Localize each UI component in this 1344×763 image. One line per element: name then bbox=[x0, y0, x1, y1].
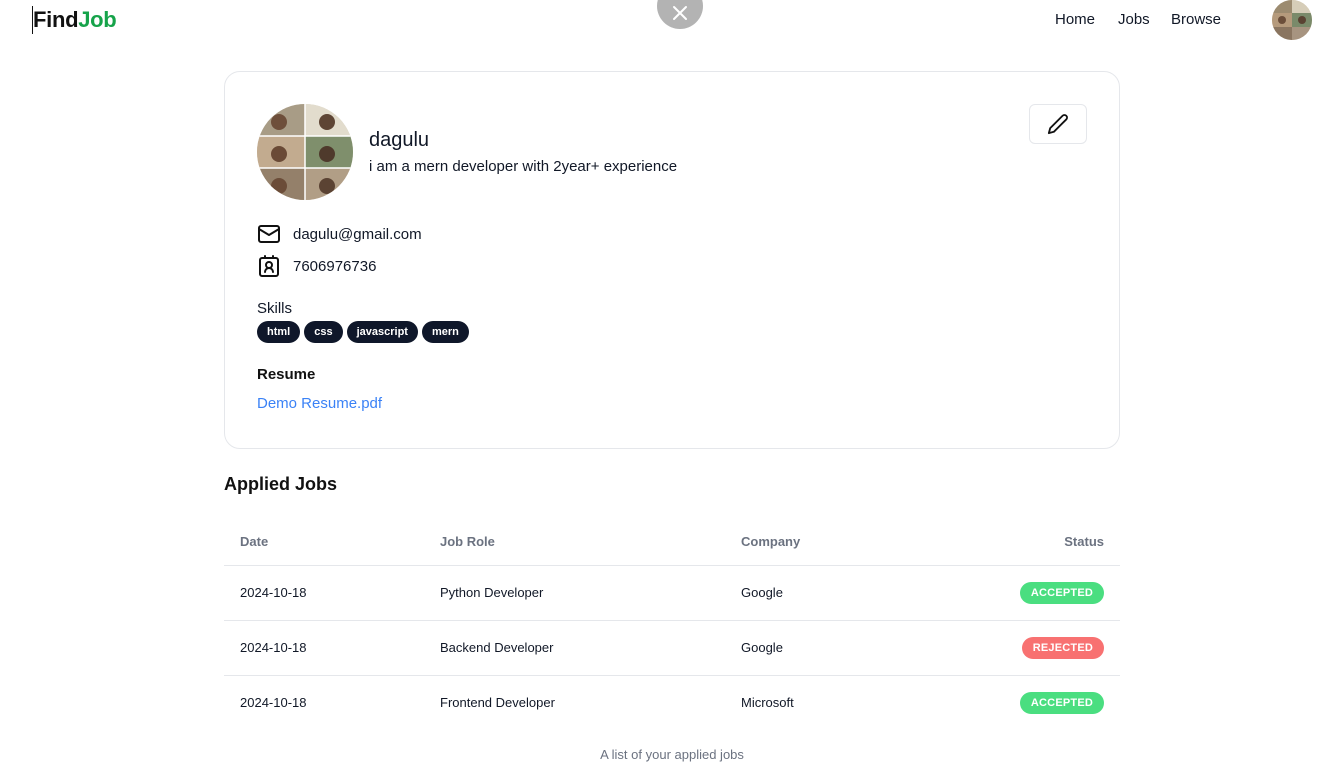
header-job-role: Job Role bbox=[440, 534, 495, 549]
profile-bio: i am a mern developer with 2year+ experi… bbox=[369, 158, 678, 175]
edit-profile-button[interactable] bbox=[1029, 104, 1087, 144]
row-date: 2024-10-18 bbox=[240, 640, 307, 655]
row-company: Google bbox=[741, 640, 783, 655]
logo[interactable]: FindJob bbox=[32, 6, 117, 34]
email-row: dagulu@gmail.com bbox=[257, 222, 422, 246]
table-row[interactable]: 2024-10-18 Frontend Developer Microsoft … bbox=[224, 676, 1120, 731]
skill-badge: html bbox=[257, 321, 301, 343]
header-date: Date bbox=[240, 534, 269, 549]
status-badge: ACCEPTED bbox=[1019, 582, 1104, 604]
email-text: dagulu@gmail.com bbox=[293, 225, 422, 243]
close-icon bbox=[673, 6, 687, 20]
logo-find: Find bbox=[33, 7, 79, 32]
row-job-role: Frontend Developer bbox=[440, 695, 555, 710]
table-row[interactable]: 2024-10-18 Python Developer Google ACCEP… bbox=[224, 566, 1120, 621]
table-caption: A list of your applied jobs bbox=[600, 747, 744, 762]
skill-badge: mern bbox=[421, 321, 469, 343]
pencil-icon bbox=[1047, 114, 1068, 135]
skills-label: Skills bbox=[257, 300, 293, 317]
row-date: 2024-10-18 bbox=[240, 585, 307, 600]
status-badge: REJECTED bbox=[1021, 637, 1104, 659]
profile-name: dagulu bbox=[369, 129, 430, 151]
row-company: Microsoft bbox=[741, 695, 794, 710]
skill-badge: css bbox=[304, 321, 343, 343]
profile-card: dagulu i am a mern developer with 2year+… bbox=[224, 71, 1120, 449]
table-header: Date Job Role Company Status bbox=[224, 518, 1120, 566]
logo-job: Job bbox=[78, 7, 117, 32]
row-company: Google bbox=[741, 585, 783, 600]
skill-badge: javascript bbox=[346, 321, 418, 343]
user-avatar[interactable] bbox=[1272, 0, 1312, 40]
header-status: Status bbox=[1064, 534, 1104, 549]
contact-icon bbox=[257, 254, 281, 278]
phone-text: 7606976736 bbox=[293, 257, 377, 275]
profile-avatar bbox=[257, 104, 353, 200]
applied-jobs-title: Applied Jobs bbox=[224, 474, 338, 494]
skills-list: html css javascript mern bbox=[257, 321, 469, 343]
header-company: Company bbox=[741, 534, 801, 549]
nav-home-link[interactable]: Home bbox=[1055, 10, 1095, 30]
nav-browse-link[interactable]: Browse bbox=[1171, 10, 1221, 30]
mail-icon bbox=[257, 222, 281, 246]
applied-jobs-table: Date Job Role Company Status 2024-10-18 … bbox=[224, 518, 1120, 731]
resume-label: Resume bbox=[257, 366, 316, 383]
row-date: 2024-10-18 bbox=[240, 695, 307, 710]
status-badge: ACCEPTED bbox=[1019, 692, 1104, 714]
nav-jobs-link[interactable]: Jobs bbox=[1118, 10, 1150, 30]
table-row[interactable]: 2024-10-18 Backend Developer Google REJE… bbox=[224, 621, 1120, 676]
phone-row: 7606976736 bbox=[257, 254, 376, 278]
row-job-role: Python Developer bbox=[440, 585, 544, 600]
row-job-role: Backend Developer bbox=[440, 640, 554, 655]
resume-link[interactable]: Demo Resume.pdf bbox=[257, 395, 382, 412]
